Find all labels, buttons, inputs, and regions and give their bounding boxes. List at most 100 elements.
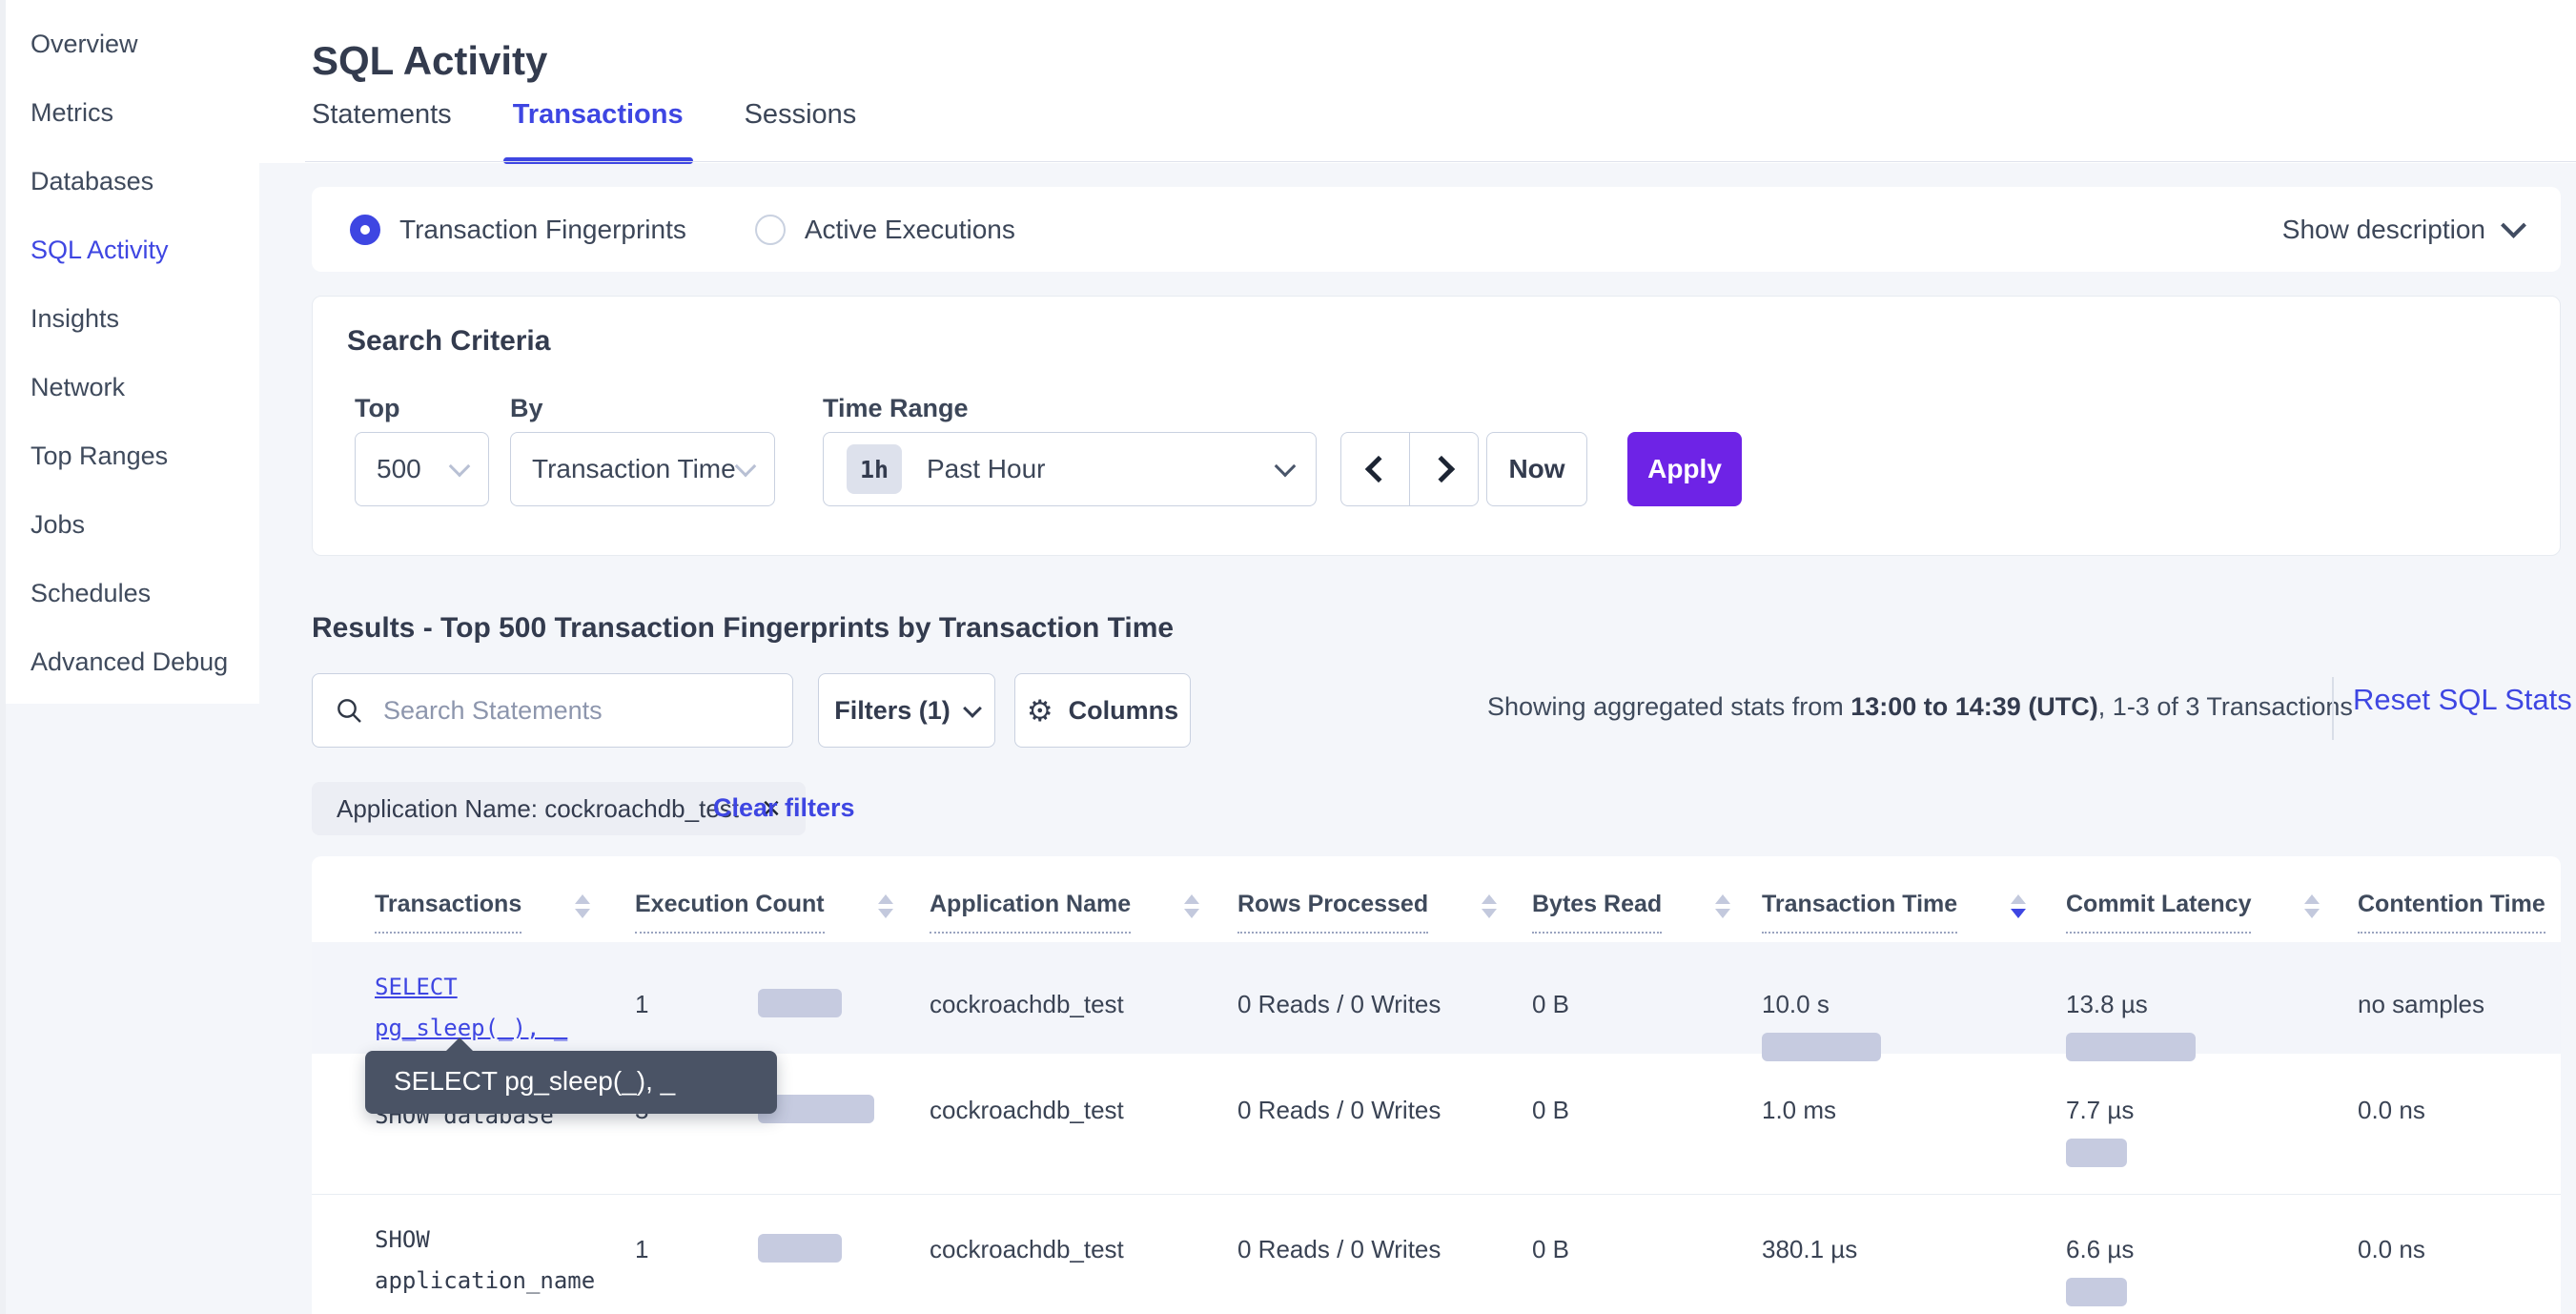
sort-icon-descending [2011,894,2026,918]
by-select-value: Transaction Time [532,454,736,484]
gear-icon: ⚙ [1027,696,1053,726]
time-range-select[interactable]: 1h Past Hour [823,432,1317,506]
transaction-fingerprint-link[interactable]: SELECT pg_sleep(_), _ [375,967,608,1049]
search-input[interactable] [381,695,771,727]
previous-time-range-button[interactable] [1341,433,1410,505]
sidebar-item-advanced-debug[interactable]: Advanced Debug [31,627,259,696]
now-button[interactable]: Now [1486,432,1587,506]
reset-sql-stats-link[interactable]: Reset SQL Stats [2353,683,2572,717]
commit-latency-bar [2066,1139,2127,1167]
sidebar-item-insights[interactable]: Insights [31,284,259,353]
by-label: By [510,394,543,423]
chevron-down-icon [1275,456,1297,478]
left-edge-strip [0,0,6,1314]
execution-count-value: 1 [635,1235,758,1264]
column-header-bytes-read[interactable]: Bytes Read [1532,891,1762,942]
show-description-toggle[interactable]: Show description [2282,215,2523,245]
sidebar-item-schedules[interactable]: Schedules [31,559,259,627]
column-header-rows-processed[interactable]: Rows Processed [1237,891,1532,942]
table-row: SELECT pg_sleep(_), _ 1 cockroachdb_test… [312,942,2561,1054]
sort-icon [575,894,590,918]
transaction-time-value: 1.0 ms [1762,1096,1836,1125]
chevron-down-icon [963,699,982,718]
commit-latency-value: 7.7 µs [2066,1096,2134,1125]
transaction-time-value: 380.1 µs [1762,1235,1857,1264]
application-name-value: cockroachdb_test [930,990,1237,1061]
sidebar-item-databases[interactable]: Databases [31,147,259,216]
tab-divider [305,161,2576,162]
chevron-down-icon [2501,213,2526,238]
top-label: Top [355,394,399,423]
column-header-application-name[interactable]: Application Name [930,891,1237,942]
time-range-pager [1340,432,1479,506]
by-select[interactable]: Transaction Time [510,432,775,506]
application-name-value: cockroachdb_test [930,1096,1237,1194]
sidebar-item-top-ranges[interactable]: Top Ranges [31,421,259,490]
time-range-label: Time Range [823,394,969,423]
radio-transaction-fingerprints[interactable]: Transaction Fingerprints [350,215,686,245]
sort-icon [1482,894,1497,918]
execution-count-value: 1 [635,990,758,1019]
radio-unselected-icon[interactable] [755,215,786,245]
commit-latency-bar [2066,1033,2196,1061]
column-header-commit-latency[interactable]: Commit Latency [2066,891,2358,942]
tab-bar: Statements Transactions Sessions [312,99,856,137]
chevron-left-icon [1364,456,1391,482]
tab-statements[interactable]: Statements [312,99,452,137]
contention-time-value: 0.0 ns [2358,1235,2561,1314]
sidebar-item-network[interactable]: Network [31,353,259,421]
chevron-down-icon [449,456,471,478]
sidebar-item-jobs[interactable]: Jobs [31,490,259,559]
filters-label: Filters (1) [834,696,951,726]
transaction-time-bar [1762,1033,1881,1061]
results-heading: Results - Top 500 Transaction Fingerprin… [312,612,1174,645]
next-time-range-button[interactable] [1410,433,1478,505]
tab-transactions[interactable]: Transactions [513,99,684,137]
page-title: SQL Activity [312,38,547,84]
application-name-value: cockroachdb_test [930,1235,1237,1314]
commit-latency-value: 6.6 µs [2066,1235,2134,1264]
search-icon [334,695,364,726]
rows-processed-value: 0 Reads / 0 Writes [1237,990,1532,1061]
top-select-value: 500 [377,454,421,484]
search-criteria-panel: Search Criteria Top By Time Range 500 Tr… [312,296,2561,556]
execution-count-bar [758,1234,842,1263]
sort-icon [878,894,893,918]
columns-button[interactable]: ⚙ Columns [1014,673,1191,748]
time-range-badge: 1h [847,444,902,494]
column-header-contention-time[interactable]: Contention Time [2358,891,2561,942]
rows-processed-value: 0 Reads / 0 Writes [1237,1235,1532,1314]
sql-activity-page: Overview Metrics Databases SQL Activity … [0,0,2576,1314]
sidebar-item-overview[interactable]: Overview [31,10,259,78]
tab-sessions[interactable]: Sessions [745,99,857,137]
contention-time-value: no samples [2358,990,2561,1061]
search-criteria-heading: Search Criteria [347,325,550,358]
clear-filters-link[interactable]: Clear filters [713,793,855,823]
chevron-down-icon [735,456,757,478]
sort-icon [1715,894,1730,918]
column-header-transactions[interactable]: Transactions [375,891,635,942]
bytes-read-value: 0 B [1532,1235,1762,1314]
filters-button[interactable]: Filters (1) [818,673,995,748]
radio-label: Active Executions [805,215,1015,245]
sidebar-item-metrics[interactable]: Metrics [31,78,259,147]
radio-selected-icon[interactable] [350,215,380,245]
table-row: SHOW application_name 1 cockroachdb_test… [312,1194,2561,1314]
stats-time-range: 13:00 to 14:39 (UTC) [1850,692,2098,721]
top-select[interactable]: 500 [355,432,489,506]
transaction-fingerprint[interactable]: SHOW application_name [375,1226,595,1294]
apply-button[interactable]: Apply [1627,432,1742,506]
time-range-value: Past Hour [927,454,1046,484]
view-toggle-panel: Transaction Fingerprints Active Executio… [312,187,2561,272]
radio-active-executions[interactable]: Active Executions [755,215,1015,245]
column-header-execution-count[interactable]: Execution Count [635,891,930,942]
sidebar-nav: Overview Metrics Databases SQL Activity … [31,10,259,696]
sort-icon [1184,894,1199,918]
sort-icon [2304,894,2320,918]
fingerprint-tooltip: SELECT pg_sleep(_), _ [365,1051,777,1114]
transaction-time-value: 10.0 s [1762,990,1830,1019]
sidebar-item-sql-activity[interactable]: SQL Activity [31,216,259,284]
search-box [312,673,793,748]
show-description-label: Show description [2282,215,2485,245]
column-header-transaction-time[interactable]: Transaction Time [1762,891,2066,942]
